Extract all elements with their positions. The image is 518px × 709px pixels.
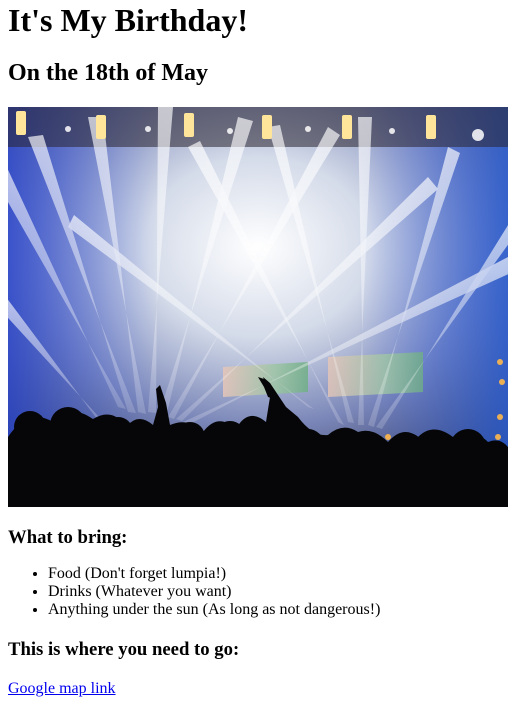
list-item: Anything under the sun (As long as not d…	[48, 601, 510, 619]
bring-list: Food (Don't forget lumpia!) Drinks (What…	[8, 565, 510, 619]
page-title: It's My Birthday!	[8, 2, 248, 38]
map-link-container: Google map link	[8, 680, 510, 698]
concert-crowd-lights-image	[8, 107, 508, 507]
list-item: Food (Don't forget lumpia!)	[48, 565, 510, 583]
list-item: Drinks (Whatever you want)	[48, 583, 510, 601]
page-subtitle: On the 18th of May	[8, 60, 208, 86]
google-map-link[interactable]: Google map link	[8, 680, 116, 697]
bring-heading: What to bring:	[8, 527, 128, 548]
page: It's My Birthday! On the 18th of May Wha…	[0, 0, 518, 709]
location-heading: This is where you need to go:	[8, 639, 240, 660]
